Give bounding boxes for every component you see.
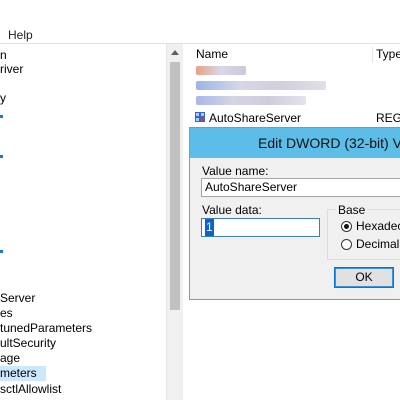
- decimal-radio-label[interactable]: Decimal: [356, 237, 399, 251]
- value-data-text: 1: [205, 219, 214, 236]
- column-separator[interactable]: [372, 47, 373, 63]
- column-header-name[interactable]: Name: [196, 44, 228, 64]
- value-type-cell: REG_: [376, 111, 400, 125]
- menu-help[interactable]: Help: [8, 28, 33, 42]
- tree-line-marker: [0, 155, 3, 158]
- radio-selected-icon[interactable]: [341, 221, 352, 232]
- tree-node[interactable]: y: [0, 91, 6, 106]
- obscured-value-row: [196, 81, 326, 90]
- base-label: Base: [336, 203, 368, 217]
- obscured-value-row: [196, 96, 306, 105]
- tree-line-marker: [0, 250, 3, 253]
- registry-value-icon: [195, 112, 205, 122]
- tree-node[interactable]: sctlAllowlist: [0, 382, 61, 397]
- scrollbar-thumb[interactable]: [170, 62, 180, 310]
- value-name-field[interactable]: AutoShareServer: [201, 178, 400, 197]
- menu-bar: Help: [0, 26, 400, 44]
- tree-line-marker: [0, 115, 3, 118]
- tree-node[interactable]: es: [0, 306, 13, 321]
- registry-key-tree[interactable]: n river y Server es tunedParameters ultS…: [0, 44, 166, 400]
- column-header-type[interactable]: Type: [376, 44, 400, 64]
- tree-node[interactable]: ultSecurity: [0, 336, 56, 351]
- tree-node[interactable]: n: [0, 48, 7, 63]
- obscured-value-row: [196, 66, 246, 75]
- dialog-title: Edit DWORD (32-bit) Valu: [258, 135, 400, 151]
- tree-node[interactable]: age: [0, 351, 20, 366]
- tree-node[interactable]: tunedParameters: [0, 321, 92, 336]
- value-data-field[interactable]: 1: [201, 218, 320, 237]
- tree-node-selected[interactable]: meters: [0, 366, 46, 381]
- tree-node[interactable]: river: [0, 62, 23, 77]
- tree-scrollbar[interactable]: [166, 44, 183, 400]
- scroll-up-arrow-icon[interactable]: [171, 50, 179, 55]
- value-data-label: Value data:: [202, 203, 262, 217]
- value-name-cell[interactable]: AutoShareServer: [209, 111, 301, 125]
- hexadecimal-radio-label[interactable]: Hexadecim: [356, 219, 400, 233]
- tree-node[interactable]: Server: [0, 291, 35, 306]
- ok-button[interactable]: OK: [334, 267, 394, 288]
- dialog-title-bar[interactable]: Edit DWORD (32-bit) Valu: [190, 128, 400, 158]
- value-name-label: Value name:: [202, 164, 269, 178]
- edit-dword-dialog: Edit DWORD (32-bit) Valu Value name: Aut…: [189, 127, 400, 300]
- title-area: [0, 0, 400, 26]
- radio-unselected-icon[interactable]: [341, 239, 352, 250]
- registry-editor-window: Help n river y Server es tunedParameters…: [0, 0, 400, 400]
